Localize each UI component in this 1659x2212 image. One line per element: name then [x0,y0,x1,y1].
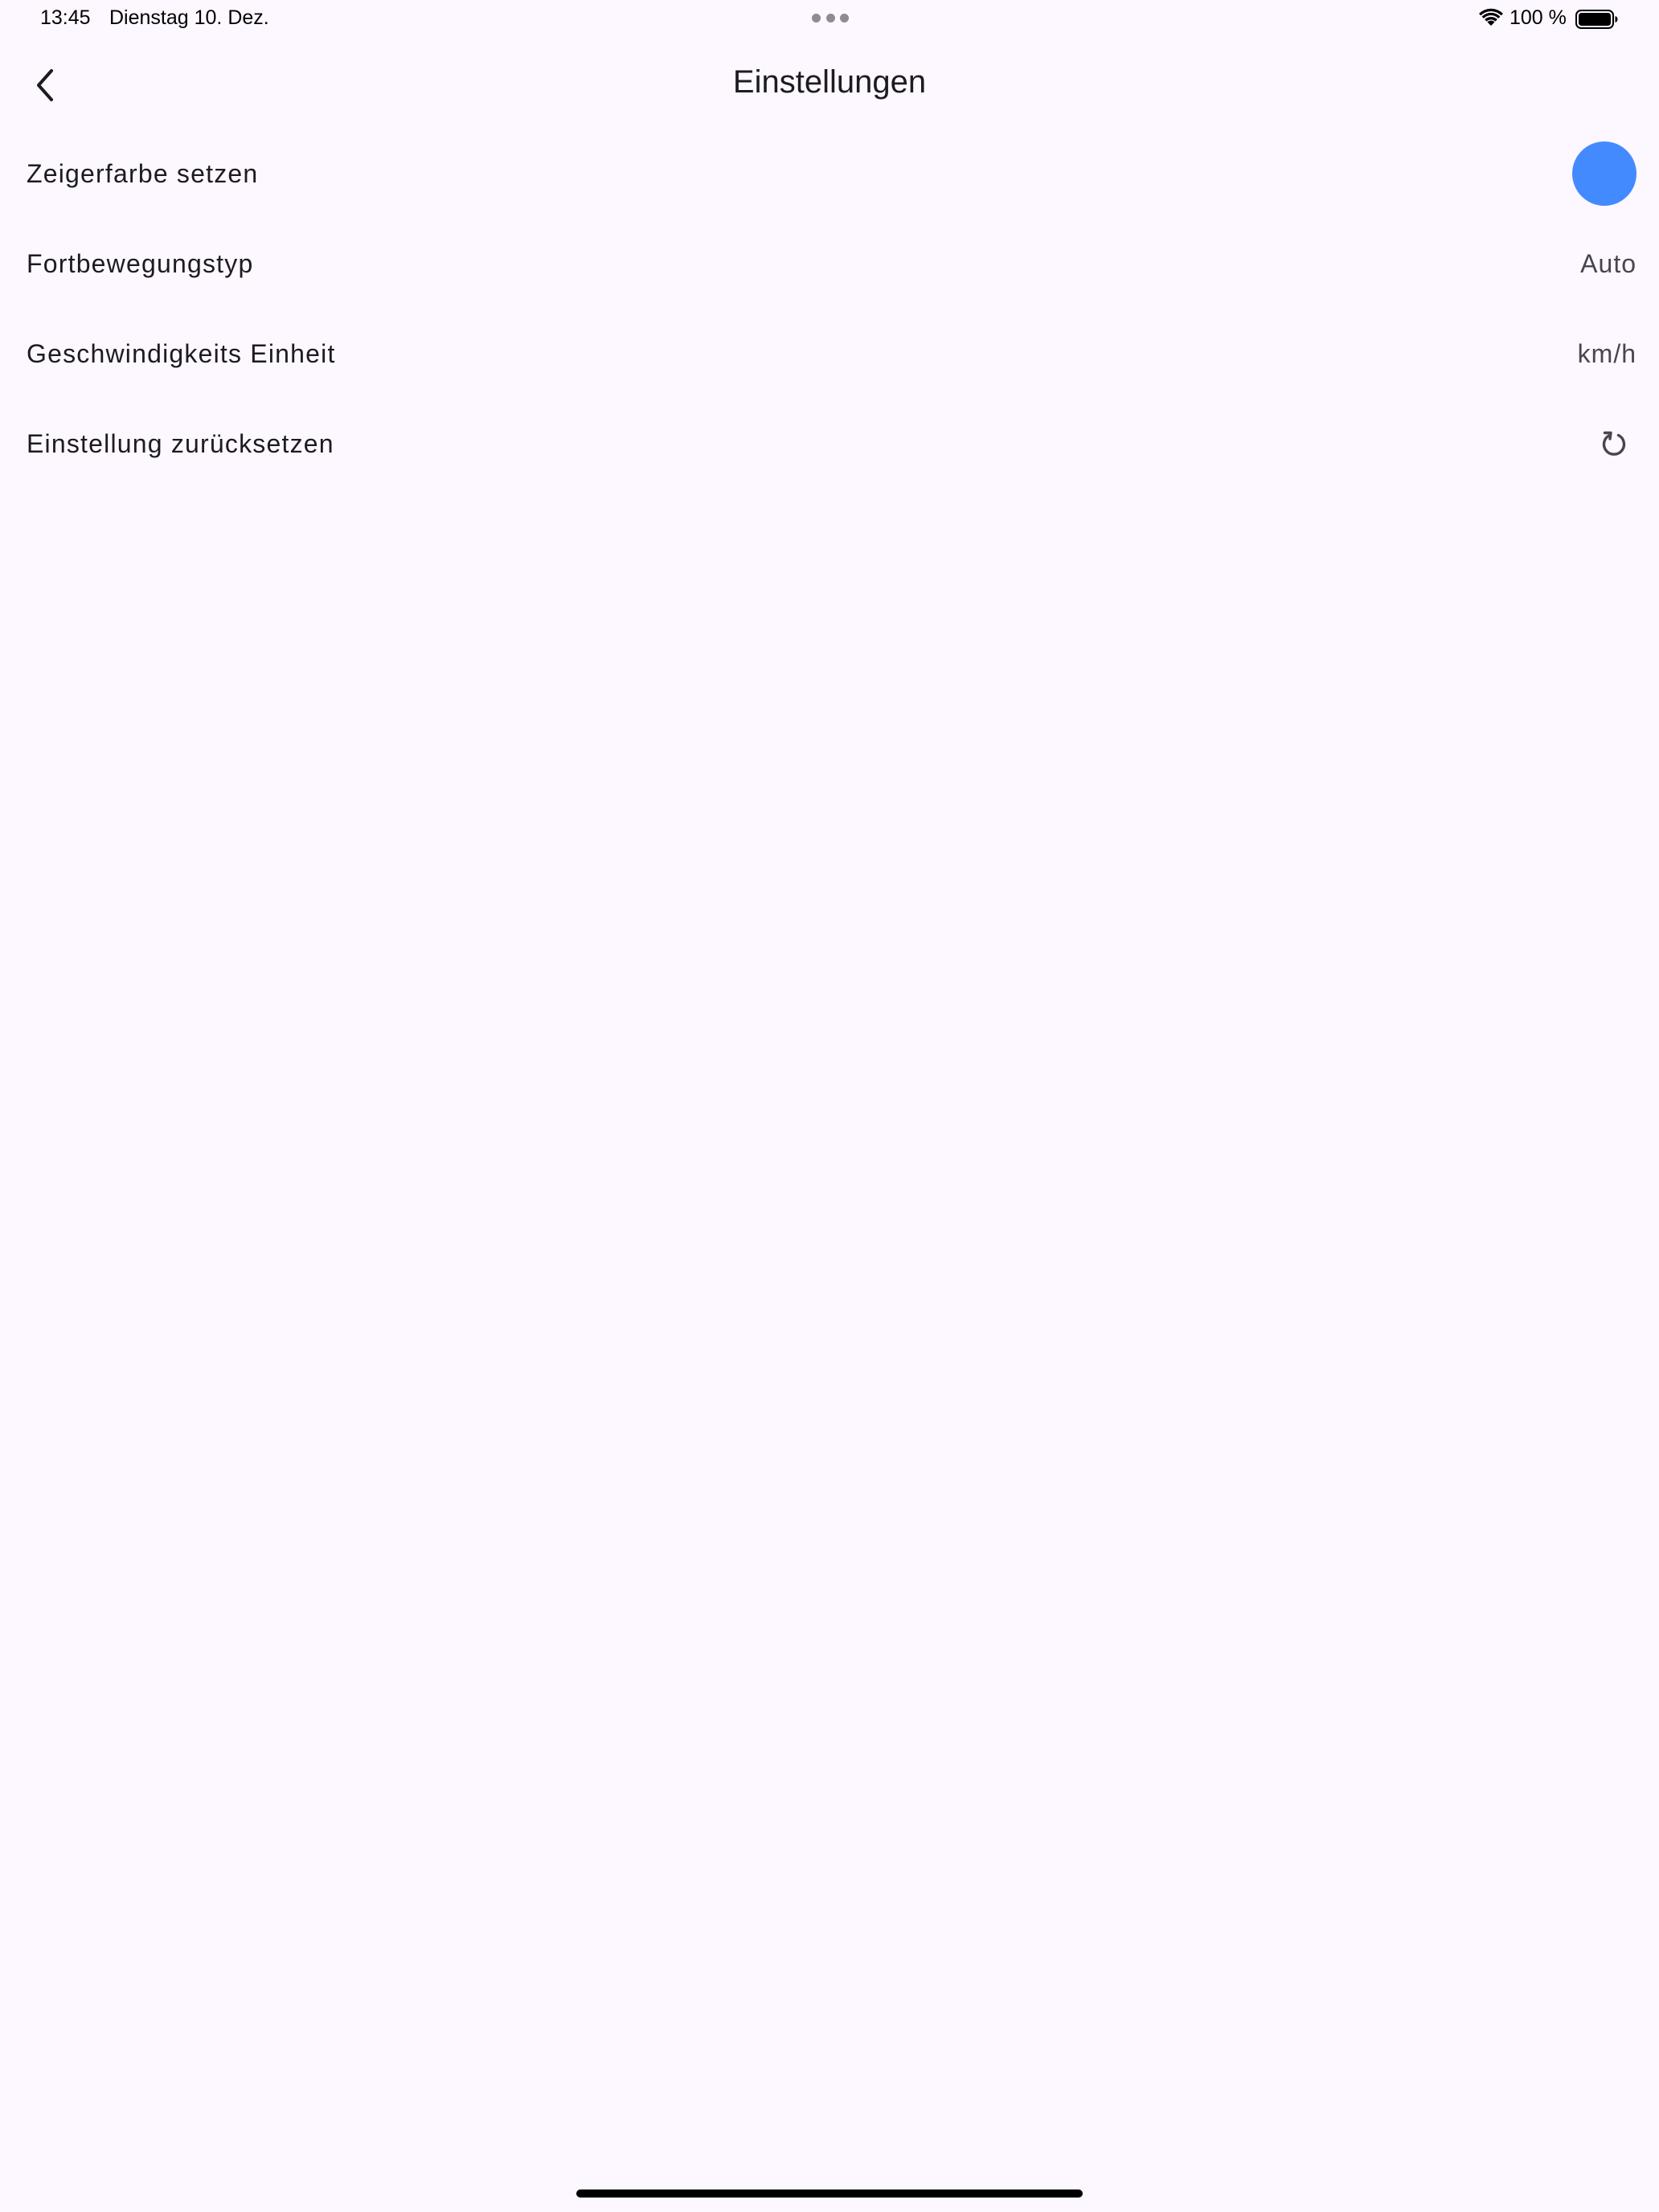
setting-label: Einstellung zurücksetzen [27,428,334,458]
setting-label: Geschwindigkeits Einheit [27,338,336,368]
home-indicator[interactable] [576,2189,1083,2198]
setting-label: Fortbewegungstyp [27,248,254,278]
wifi-icon [1479,8,1503,26]
app-bar: Einstellungen [0,51,1659,119]
status-date: Dienstag 10. Dez. [109,6,269,29]
status-bar: 13:45 Dienstag 10. Dez. 100 % [0,0,1659,39]
setting-movement-type[interactable]: Fortbewegungstyp Auto [0,219,1659,309]
setting-reset[interactable]: Einstellung zurücksetzen [0,399,1659,489]
pointer-color-swatch[interactable] [1572,141,1636,206]
status-time: 13:45 [40,6,91,29]
reset-icon[interactable] [1595,424,1633,463]
reset-arrow-icon [1602,431,1626,456]
page-title: Einstellungen [732,64,927,100]
speed-unit-value[interactable]: km/h [1578,339,1636,369]
battery-icon [1575,10,1618,29]
setting-pointer-color[interactable]: Zeigerfarbe setzen [0,129,1659,219]
setting-speed-unit[interactable]: Geschwindigkeits Einheit km/h [0,309,1659,399]
battery-percentage: 100 % [1509,6,1567,29]
setting-label: Zeigerfarbe setzen [27,158,259,188]
multitasking-dots-icon[interactable] [812,14,849,23]
settings-list: Zeigerfarbe setzen Fortbewegungstyp Auto… [0,129,1659,489]
movement-type-value[interactable]: Auto [1580,249,1636,279]
